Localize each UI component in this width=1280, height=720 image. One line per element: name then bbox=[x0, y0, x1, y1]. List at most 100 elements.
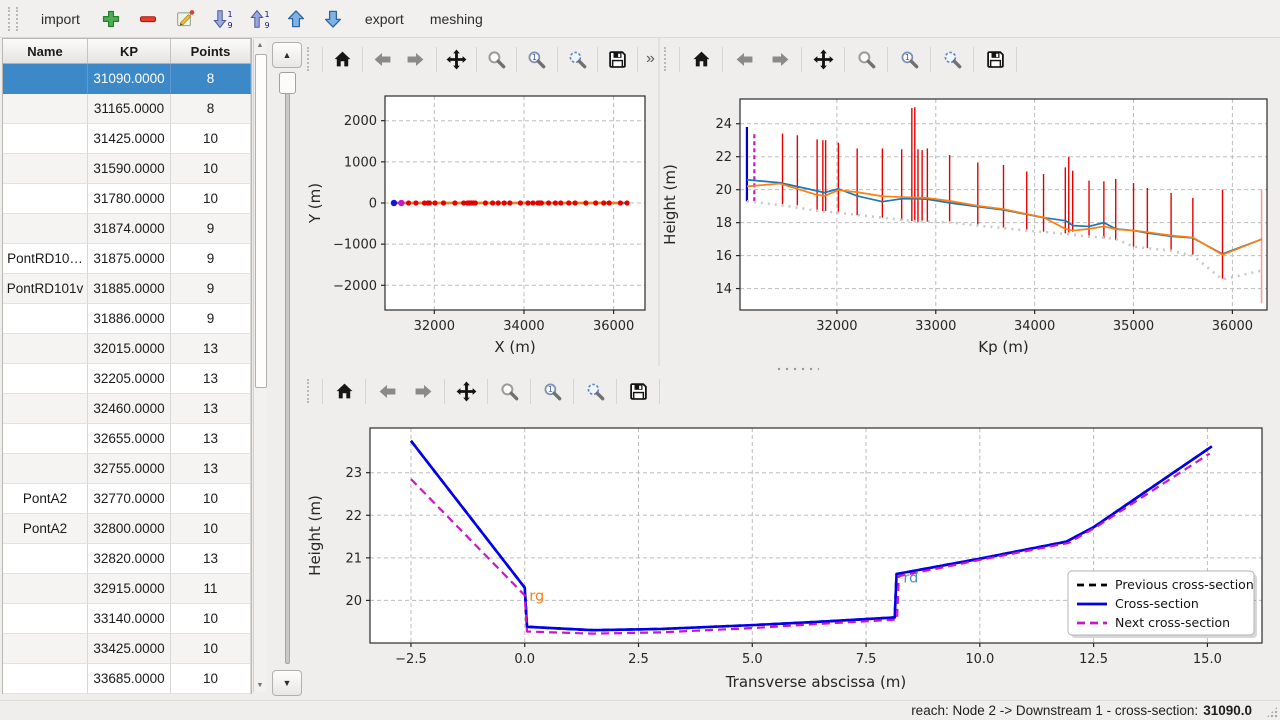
table-scrollbar[interactable]: ▲ ▼ bbox=[253, 39, 266, 692]
profile-pan-button[interactable] bbox=[808, 44, 838, 74]
toolbar-separator bbox=[365, 379, 366, 404]
section-zoom-region-button[interactable] bbox=[580, 376, 610, 406]
profile-home-button[interactable] bbox=[686, 44, 716, 74]
next-cross-section-button[interactable]: ▼ bbox=[272, 670, 302, 696]
cell-kp: 31885.0000 bbox=[88, 274, 171, 304]
add-cross-section-button[interactable] bbox=[95, 3, 128, 35]
app-window: import1919exportmeshing NameKPPoints 310… bbox=[0, 0, 1280, 720]
plan-save-figure-button[interactable] bbox=[604, 44, 631, 74]
cross-section-slider-track[interactable] bbox=[285, 74, 290, 664]
plan-home-button[interactable] bbox=[329, 44, 356, 74]
cell-kp: 31886.0000 bbox=[88, 304, 171, 334]
plan-back-button[interactable] bbox=[369, 44, 396, 74]
plan-zoom-region-button[interactable] bbox=[563, 44, 590, 74]
move-down-button[interactable] bbox=[317, 3, 350, 35]
section-zoom-original-button[interactable]: 1 bbox=[537, 376, 567, 406]
pan-icon bbox=[813, 49, 834, 70]
import-button[interactable]: import bbox=[30, 5, 91, 33]
table-row[interactable]: 31886.00009 bbox=[3, 304, 251, 334]
table-row[interactable]: 31425.000010 bbox=[3, 124, 251, 154]
remove-cross-section-button[interactable] bbox=[132, 3, 165, 35]
profile-save-figure-button[interactable] bbox=[980, 44, 1010, 74]
cell-name bbox=[3, 304, 88, 334]
table-row[interactable]: 32655.000013 bbox=[3, 424, 251, 454]
column-header-kp[interactable]: KP bbox=[88, 39, 171, 63]
legend-label: Next cross-section bbox=[1115, 615, 1230, 630]
plan-view-plot[interactable]: 320003400036000−2000−1000010002000X (m)Y… bbox=[305, 78, 658, 365]
section-zoom-button[interactable] bbox=[494, 376, 524, 406]
profile-back-button[interactable] bbox=[729, 44, 759, 74]
plan-pan-button[interactable] bbox=[443, 44, 470, 74]
previous-cross-section-button[interactable]: ▲ bbox=[272, 42, 302, 68]
x-axis-label: X (m) bbox=[494, 338, 535, 356]
x-tick-label: 10.0 bbox=[965, 652, 994, 667]
table-row[interactable]: 32755.000013 bbox=[3, 454, 251, 484]
cell-points: 10 bbox=[171, 604, 251, 634]
scroll-up-arrow-icon[interactable]: ▲ bbox=[254, 39, 266, 52]
table-row[interactable]: 32915.000011 bbox=[3, 574, 251, 604]
column-header-name[interactable]: Name bbox=[3, 39, 88, 63]
table-row[interactable]: 31590.000010 bbox=[3, 154, 251, 184]
cross-section-plot[interactable]: −2.50.02.55.07.510.012.515.020212223rgrd… bbox=[305, 410, 1280, 700]
cell-name bbox=[3, 364, 88, 394]
annotation-rg: rg bbox=[529, 588, 544, 604]
svg-text:9: 9 bbox=[265, 21, 270, 29]
toolbar-separator bbox=[557, 47, 558, 72]
cell-points: 10 bbox=[171, 634, 251, 664]
table-row[interactable]: 32460.000013 bbox=[3, 394, 251, 424]
plan-zoom-original-button[interactable]: 1 bbox=[523, 44, 550, 74]
x-tick-label: 15.0 bbox=[1193, 652, 1222, 667]
toolbar-separator bbox=[637, 47, 638, 72]
cross-section-slider-thumb[interactable] bbox=[279, 72, 296, 94]
table-row[interactable]: 32820.000013 bbox=[3, 544, 251, 574]
plan-forward-button[interactable] bbox=[402, 44, 429, 74]
table-row[interactable]: 31780.000010 bbox=[3, 184, 251, 214]
table-scrollbar-thumb[interactable] bbox=[255, 54, 267, 388]
table-row[interactable]: 31090.00008 bbox=[3, 64, 251, 94]
cell-points: 10 bbox=[171, 124, 251, 154]
move-up-button[interactable] bbox=[280, 3, 313, 35]
cell-kp: 32015.0000 bbox=[88, 334, 171, 364]
edit-cross-section-button[interactable] bbox=[169, 3, 202, 35]
table-row[interactable]: 33425.000010 bbox=[3, 634, 251, 664]
table-row[interactable]: PontA232770.000010 bbox=[3, 484, 251, 514]
cell-points: 8 bbox=[171, 64, 251, 94]
profile-zoom-original-button[interactable]: 1 bbox=[894, 44, 924, 74]
table-row[interactable]: PontRD10…31875.00009 bbox=[3, 244, 251, 274]
column-header-points[interactable]: Points bbox=[171, 39, 251, 63]
scroll-down-arrow-icon[interactable]: ▼ bbox=[254, 679, 266, 692]
section-forward-button[interactable] bbox=[408, 376, 438, 406]
table-row[interactable]: 33685.000010 bbox=[3, 664, 251, 694]
home-icon bbox=[692, 50, 711, 69]
toolbar-separator bbox=[530, 379, 531, 404]
section-home-button[interactable] bbox=[329, 376, 359, 406]
toolbar-drag-handle-icon bbox=[664, 47, 670, 71]
table-row[interactable]: 33140.000010 bbox=[3, 604, 251, 634]
plan-zoom-button[interactable] bbox=[483, 44, 510, 74]
profile-zoom-button[interactable] bbox=[851, 44, 881, 74]
sort-ascending-button[interactable]: 19 bbox=[243, 3, 276, 35]
section-back-button[interactable] bbox=[372, 376, 402, 406]
zoom-one-icon: 1 bbox=[527, 50, 546, 69]
profile-forward-button[interactable] bbox=[765, 44, 795, 74]
sort-descending-button[interactable]: 19 bbox=[206, 3, 239, 35]
section-save-figure-button[interactable] bbox=[623, 376, 653, 406]
table-row[interactable]: PontRD101v31885.00009 bbox=[3, 274, 251, 304]
table-row[interactable]: 32015.000013 bbox=[3, 334, 251, 364]
zoom-icon bbox=[500, 382, 519, 401]
table-row[interactable]: PontA232800.000010 bbox=[3, 514, 251, 544]
toolbar-separator bbox=[573, 379, 574, 404]
export-button[interactable]: export bbox=[354, 5, 415, 33]
table-row[interactable]: 31165.00008 bbox=[3, 94, 251, 124]
x-tick-label: 0.0 bbox=[514, 652, 535, 667]
table-row[interactable]: 31874.00009 bbox=[3, 214, 251, 244]
longitudinal-profile-plot[interactable]: 3200033000340003500036000141618202224Kp … bbox=[660, 78, 1278, 365]
table-row[interactable]: 32205.000013 bbox=[3, 364, 251, 394]
cell-points: 9 bbox=[171, 274, 251, 304]
legend: Previous cross-sectionCross-sectionNext … bbox=[1068, 571, 1257, 638]
toolbar-overflow-button[interactable]: » bbox=[646, 50, 655, 68]
section-pan-button[interactable] bbox=[451, 376, 481, 406]
profile-zoom-region-button[interactable] bbox=[937, 44, 967, 74]
next-cross-section-point bbox=[398, 200, 404, 206]
meshing-button[interactable]: meshing bbox=[419, 5, 494, 33]
